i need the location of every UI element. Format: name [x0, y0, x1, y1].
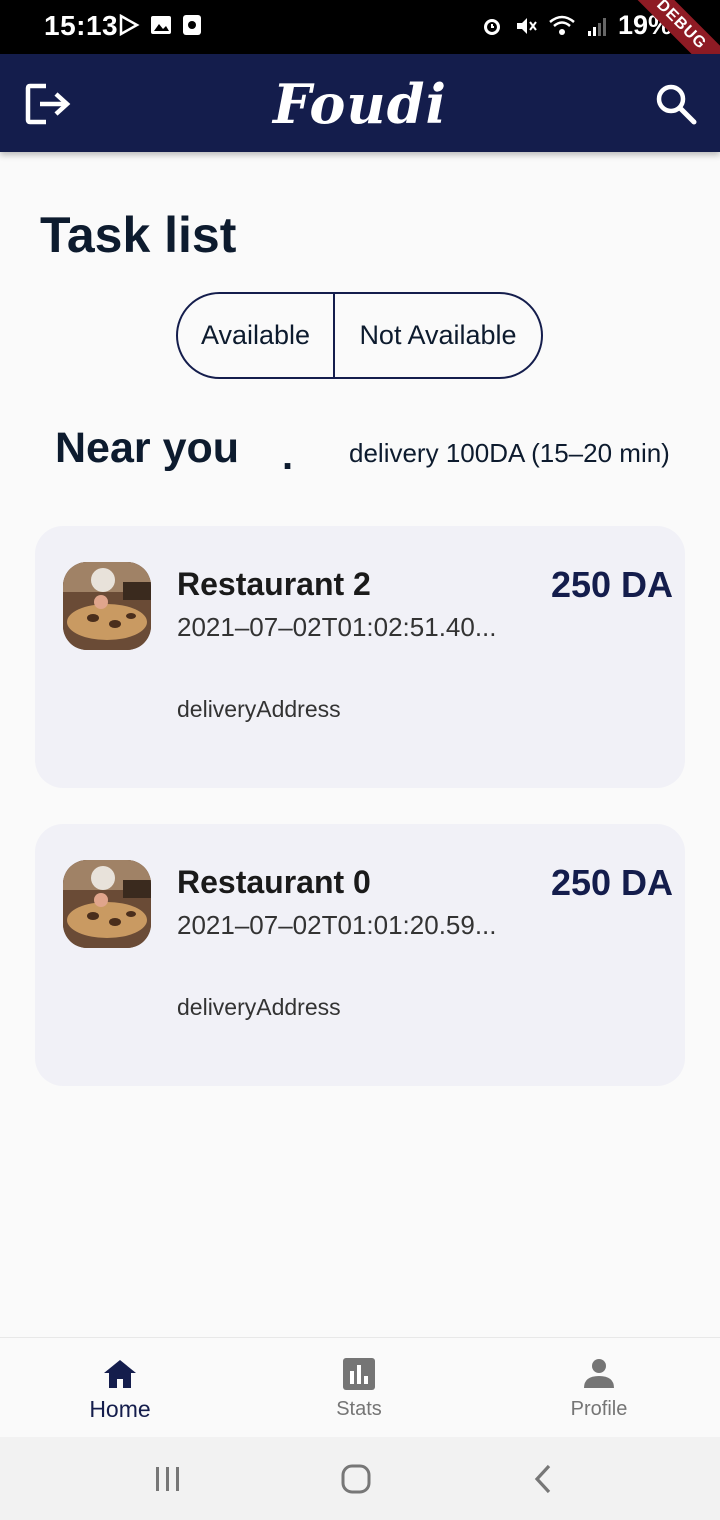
bar-chart-icon: [343, 1358, 375, 1390]
record-icon: [183, 15, 201, 35]
signal-icon: [587, 17, 606, 36]
search-icon[interactable]: [654, 82, 698, 126]
gallery-icon: [151, 16, 171, 34]
home-icon: [104, 1360, 136, 1388]
task-price: 250 DA: [550, 862, 673, 903]
delivery-address: deliveryAddress: [177, 994, 341, 1020]
nav-profile-label: Profile: [570, 1398, 628, 1420]
status-system-icons: 19%: [480, 10, 672, 41]
task-date: 2021–07–02T01:02:51.40...: [177, 612, 497, 642]
delivery-address: deliveryAddress: [177, 696, 341, 722]
system-navigation-bar: [0, 1437, 720, 1520]
play-store-icon: [119, 14, 140, 36]
recent-apps-icon[interactable]: [154, 1463, 182, 1495]
home-button-icon[interactable]: [340, 1463, 372, 1495]
restaurant-name: Restaurant 2: [177, 566, 371, 602]
bottom-navigation: Home Stats Profile: [0, 1337, 720, 1437]
near-you-heading: Near you: [55, 424, 240, 472]
nav-home[interactable]: Home: [20, 1338, 220, 1438]
restaurant-name: Restaurant 0: [177, 864, 371, 900]
delivery-info: delivery 100DA (15–20 min): [349, 438, 670, 468]
task-price: 250 DA: [550, 564, 673, 605]
nav-stats[interactable]: Stats: [259, 1338, 459, 1438]
task-card[interactable]: Restaurant 2 2021–07–02T01:02:51.40... 2…: [35, 526, 685, 788]
app-bar: Foudi: [0, 54, 720, 152]
page-title: Task list: [40, 207, 237, 263]
not-available-option[interactable]: Not Available: [335, 294, 541, 377]
task-date: 2021–07–02T01:01:20.59...: [177, 910, 497, 940]
app-title: Foudi: [273, 72, 447, 136]
restaurant-image: [63, 860, 151, 948]
status-bar: 15:13 19% DEBUG: [0, 0, 720, 88]
availability-toggle[interactable]: Available Not Available: [176, 292, 543, 379]
mute-icon: [516, 17, 537, 34]
available-option[interactable]: Available: [178, 294, 335, 377]
separator-dot: .: [282, 434, 294, 478]
person-icon: [584, 1359, 614, 1388]
wifi-icon: [549, 15, 575, 35]
nav-profile[interactable]: Profile: [499, 1338, 699, 1438]
alarm-icon: [483, 18, 500, 35]
nav-stats-label: Stats: [336, 1398, 382, 1420]
back-icon[interactable]: [532, 1463, 554, 1495]
restaurant-image: [63, 562, 151, 650]
status-notification-icons: [118, 14, 202, 36]
status-time: 15:13: [44, 10, 119, 41]
nav-home-label: Home: [89, 1396, 151, 1422]
task-card[interactable]: Restaurant 0 2021–07–02T01:01:20.59... 2…: [35, 824, 685, 1086]
